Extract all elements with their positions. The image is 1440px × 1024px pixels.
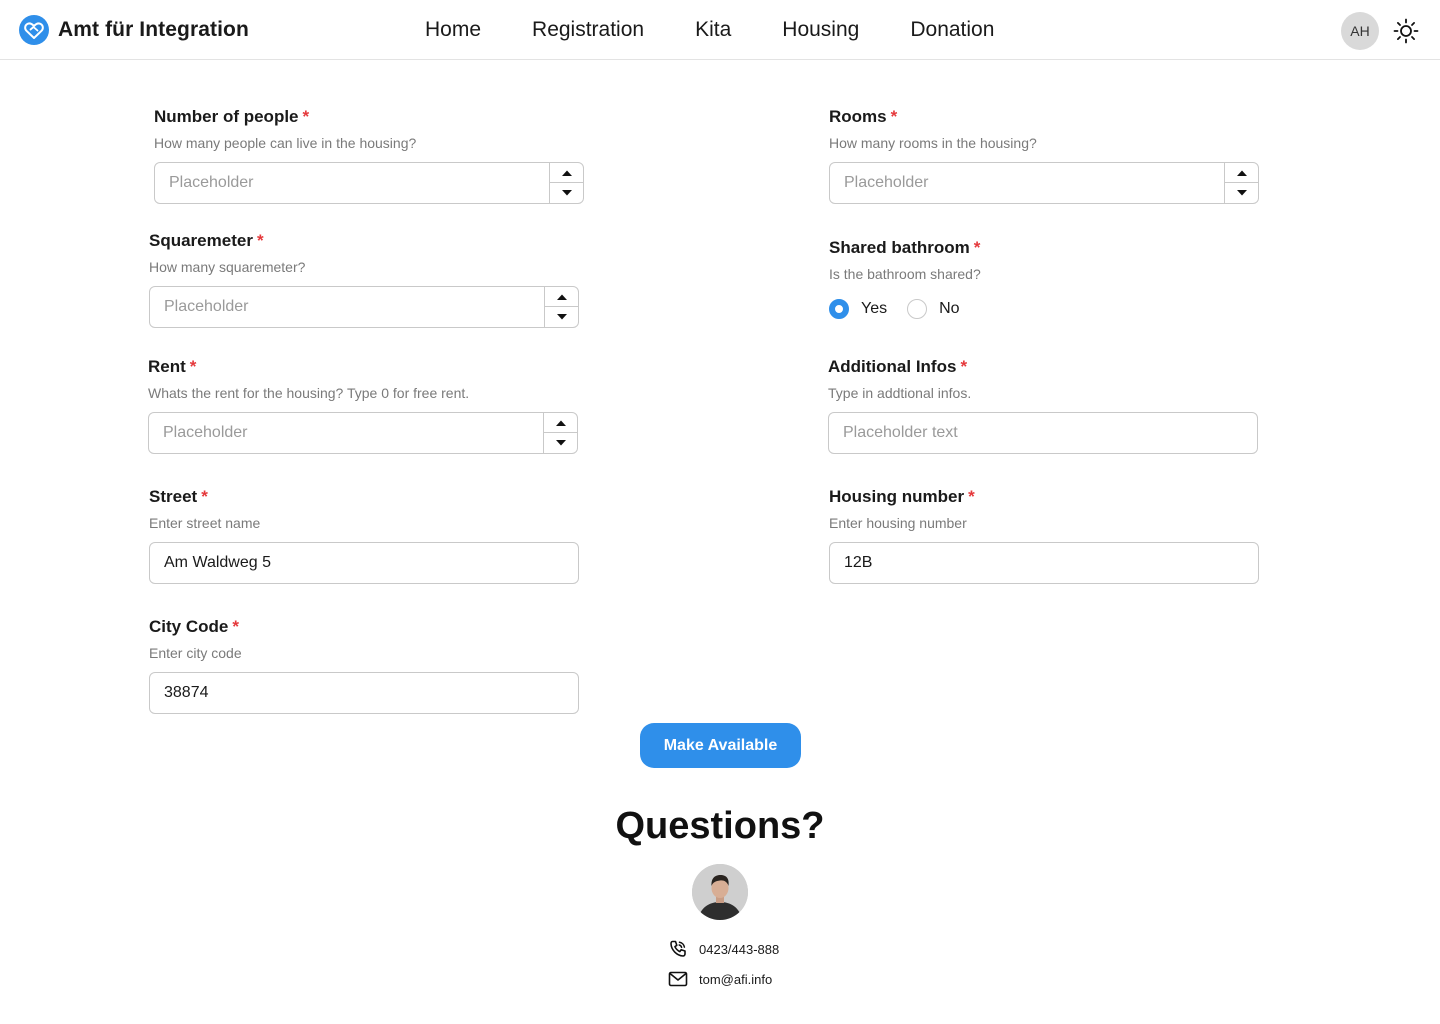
- field-label: Rooms *: [829, 107, 898, 126]
- rent-field: Rent * Whats the rent for the housing? Ty…: [148, 357, 578, 454]
- contact-email[interactable]: tom@afi.info: [668, 969, 772, 989]
- field-help: Enter city code: [149, 645, 242, 661]
- stepper-up-button[interactable]: [544, 413, 577, 433]
- stepper-up-button[interactable]: [1225, 163, 1258, 183]
- nav-home[interactable]: Home: [425, 16, 481, 44]
- caret-down-icon: [555, 440, 566, 446]
- user-avatar[interactable]: AH: [1341, 12, 1379, 50]
- nav-donation[interactable]: Donation: [910, 16, 994, 44]
- rent-input[interactable]: Placeholder: [148, 412, 578, 454]
- input-placeholder: Placeholder: [169, 174, 254, 191]
- field-help: How many squaremeter?: [149, 259, 306, 275]
- make-available-button[interactable]: Make Available: [640, 723, 801, 768]
- nav-housing[interactable]: Housing: [782, 16, 859, 44]
- main-nav: Home Registration Kita Housing Donation: [425, 16, 994, 44]
- questions-heading: Questions?: [615, 805, 825, 847]
- person-photo-icon: [692, 864, 748, 920]
- caret-up-icon: [556, 294, 567, 300]
- radio-label: Yes: [861, 300, 888, 317]
- stepper-down-button[interactable]: [544, 433, 577, 453]
- housing-number-field: Housing number * Enter housing number 12B: [829, 487, 1259, 584]
- top-navigation-bar: Amt für Integration Home Registration Ki…: [0, 0, 1440, 60]
- heart-handshake-logo-icon: [19, 15, 49, 45]
- field-label: Squaremeter *: [149, 231, 264, 250]
- number-of-people-field: Number of people * How many people can li…: [154, 107, 584, 204]
- number-stepper: [544, 287, 578, 327]
- number-stepper: [549, 163, 583, 203]
- caret-down-icon: [1236, 190, 1247, 196]
- field-help: Enter street name: [149, 515, 261, 531]
- number-stepper: [543, 413, 577, 453]
- caret-up-icon: [1236, 170, 1247, 176]
- phone-call-icon: [670, 940, 686, 957]
- number-of-people-input[interactable]: Placeholder: [154, 162, 584, 204]
- radio-selected-indicator[interactable]: [829, 299, 849, 319]
- squaremeter-field: Squaremeter * How many squaremeter? Place…: [149, 231, 579, 328]
- phone-number: 0423/443-888: [699, 941, 780, 957]
- city-code-field: City Code * Enter city code 38874: [149, 617, 579, 714]
- stepper-down-button[interactable]: [545, 307, 578, 327]
- rooms-input[interactable]: Placeholder: [829, 162, 1259, 204]
- field-label: Rent *: [148, 357, 197, 376]
- additional-infos-input[interactable]: Placeholder text: [828, 412, 1258, 454]
- input-placeholder: Placeholder: [163, 424, 248, 441]
- radio-yes[interactable]: Yes: [829, 299, 887, 319]
- field-help: Is the bathroom shared?: [829, 266, 981, 282]
- contact-phone[interactable]: 0423/443-888: [668, 939, 779, 959]
- bathroom-radio-group: Yes No: [829, 299, 1259, 319]
- stepper-down-button[interactable]: [550, 183, 583, 203]
- field-label: City Code *: [149, 617, 239, 636]
- caret-up-icon: [555, 420, 566, 426]
- input-value: Am Waldweg 5: [164, 554, 271, 571]
- input-value: 12B: [844, 554, 873, 571]
- stepper-down-button[interactable]: [1225, 183, 1258, 203]
- squaremeter-input[interactable]: Placeholder: [149, 286, 579, 328]
- field-label: Additional Infos *: [828, 357, 968, 376]
- caret-up-icon: [561, 170, 572, 176]
- field-label: Street *: [149, 487, 208, 506]
- street-field: Street * Enter street name Am Waldweg 5: [149, 487, 579, 584]
- field-label: Housing number *: [829, 487, 975, 506]
- city-code-input[interactable]: 38874: [149, 672, 579, 714]
- input-value: 38874: [164, 684, 209, 701]
- field-help: How many people can live in the housing?: [154, 135, 417, 151]
- shared-bathroom-field: Shared bathroom * Is the bathroom shared?…: [829, 238, 1259, 319]
- field-label: Shared bathroom *: [829, 238, 981, 257]
- input-placeholder: Placeholder text: [843, 424, 958, 441]
- input-placeholder: Placeholder: [844, 174, 929, 191]
- radio-indicator[interactable]: [907, 299, 928, 319]
- stepper-up-button[interactable]: [550, 163, 583, 183]
- number-stepper: [1224, 163, 1258, 203]
- sun-icon[interactable]: [1393, 18, 1419, 44]
- radio-no[interactable]: No: [907, 299, 960, 319]
- rooms-field: Rooms * How many rooms in the housing? Pl…: [829, 107, 1259, 204]
- stepper-up-button[interactable]: [545, 287, 578, 307]
- caret-down-icon: [556, 314, 567, 320]
- field-help: Type in addtional infos.: [828, 385, 972, 401]
- mail-icon: [668, 971, 688, 987]
- input-placeholder: Placeholder: [164, 298, 249, 315]
- app-title: Amt für Integration: [58, 18, 249, 41]
- field-help: Enter housing number: [829, 515, 967, 531]
- brand[interactable]: Amt für Integration: [18, 14, 249, 46]
- caret-down-icon: [561, 190, 572, 196]
- radio-label: No: [939, 300, 960, 317]
- nav-kita[interactable]: Kita: [695, 16, 731, 44]
- field-help: Whats the rent for the housing? Type 0 f…: [148, 385, 470, 401]
- field-label: Number of people *: [154, 107, 310, 126]
- contact-avatar: [692, 864, 748, 920]
- field-help: How many rooms in the housing?: [829, 135, 1037, 151]
- nav-registration[interactable]: Registration: [532, 16, 644, 44]
- email-address: tom@afi.info: [699, 971, 773, 987]
- street-input[interactable]: Am Waldweg 5: [149, 542, 579, 584]
- additional-infos-field: Additional Infos * Type in addtional info…: [828, 357, 1258, 454]
- housing-number-input[interactable]: 12B: [829, 542, 1259, 584]
